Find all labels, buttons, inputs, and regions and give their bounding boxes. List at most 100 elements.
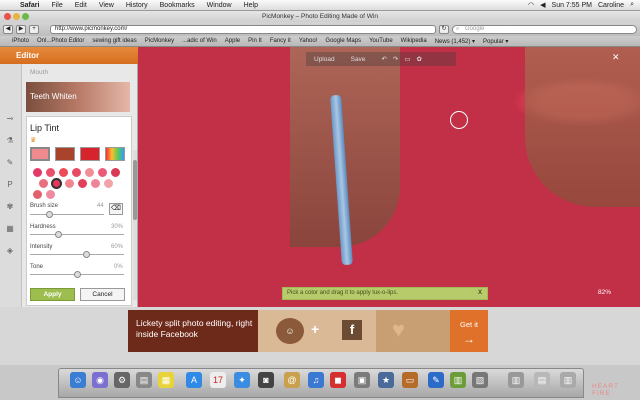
cancel-button[interactable]: Cancel: [80, 288, 125, 301]
color-swatch-rainbow[interactable]: [105, 147, 125, 161]
bookmark-item[interactable]: YouTube: [369, 38, 393, 44]
touch-up-icon[interactable]: ✎: [3, 158, 17, 168]
numbers-icon[interactable]: ▥: [450, 372, 466, 388]
panel-scrollbar-thumb[interactable]: [133, 160, 137, 220]
brush-size-slider[interactable]: [30, 214, 104, 215]
compare-icon[interactable]: ▭: [404, 55, 410, 63]
volume-icon[interactable]: ◀: [540, 1, 545, 9]
basic-edits-icon[interactable]: ⊸: [3, 114, 17, 124]
stickies-icon[interactable]: ▦: [158, 372, 174, 388]
menubar-clock[interactable]: Sun 7:55 PM: [552, 2, 592, 9]
overlays-icon[interactable]: P: [3, 180, 17, 190]
lip-color-dot[interactable]: [64, 178, 75, 189]
app-store-icon[interactable]: A: [186, 372, 202, 388]
bookmark-item[interactable]: Yahoo!: [299, 38, 318, 44]
bookmark-item[interactable]: ...adic of Win: [182, 38, 217, 44]
trash-icon[interactable]: ▥: [560, 372, 576, 388]
text-icon[interactable]: ▦: [3, 224, 17, 234]
system-prefs-icon[interactable]: ⚙: [114, 372, 130, 388]
zoom-level[interactable]: 82%: [598, 289, 611, 296]
lip-color-dot[interactable]: [110, 167, 121, 178]
imovie-icon[interactable]: ★: [378, 372, 394, 388]
bookmark-item[interactable]: Apple: [225, 38, 240, 44]
image-capture-icon[interactable]: ▧: [472, 372, 488, 388]
lip-color-dot[interactable]: [58, 167, 69, 178]
frames-icon[interactable]: ✾: [3, 202, 17, 212]
texture-icon[interactable]: ◈: [3, 246, 17, 256]
color-swatch[interactable]: [30, 147, 50, 161]
lip-color-dot[interactable]: [71, 167, 82, 178]
menu-file[interactable]: File: [45, 2, 68, 9]
lip-color-dot[interactable]: [51, 178, 62, 189]
bookmark-item[interactable]: Popular ▾: [483, 38, 508, 45]
save-button[interactable]: Save: [351, 56, 366, 63]
lip-color-dot[interactable]: [90, 178, 101, 189]
tone-knob[interactable]: [74, 271, 81, 278]
itunes-icon[interactable]: ♫: [308, 372, 324, 388]
menu-app-safari[interactable]: Safari: [14, 2, 45, 9]
lip-color-dot[interactable]: [45, 189, 56, 200]
bookmark-item[interactable]: sewing gift ideas: [92, 38, 136, 44]
add-bookmark-button[interactable]: +: [29, 24, 39, 34]
effects-icon[interactable]: ⚗: [3, 136, 17, 146]
lip-color-dot[interactable]: [103, 178, 114, 189]
intensity-slider[interactable]: [30, 254, 124, 255]
menu-window[interactable]: Window: [201, 2, 238, 9]
dashboard-icon[interactable]: ◉: [92, 372, 108, 388]
documents-icon[interactable]: ▤: [534, 372, 550, 388]
hardness-slider[interactable]: [30, 234, 124, 235]
lip-color-dot[interactable]: [97, 167, 108, 178]
menu-edit[interactable]: Edit: [69, 2, 93, 9]
lip-color-dot[interactable]: [45, 167, 56, 178]
lip-color-dot[interactable]: [38, 178, 49, 189]
menubar-user[interactable]: Caroline: [598, 2, 624, 9]
brush-size-knob[interactable]: [45, 211, 53, 218]
iphoto-icon[interactable]: ▣: [354, 372, 370, 388]
reload-button[interactable]: ↻: [439, 24, 449, 34]
undo-icon[interactable]: ↶: [381, 55, 386, 63]
redo-icon[interactable]: ↷: [393, 55, 398, 63]
spotlight-icon[interactable]: ⌕: [630, 1, 634, 9]
upload-button[interactable]: Upload: [314, 56, 335, 63]
forward-button[interactable]: ▶: [16, 24, 26, 34]
color-swatch[interactable]: [55, 147, 75, 161]
wifi-icon[interactable]: ◠: [528, 1, 534, 9]
safari-icon[interactable]: ✦: [234, 372, 250, 388]
bookmark-item[interactable]: Onl...Photo Editor: [37, 38, 84, 44]
minimize-window-icon[interactable]: [13, 13, 20, 20]
get-it-button[interactable]: Get it →: [450, 310, 488, 352]
lip-color-dot[interactable]: [32, 167, 43, 178]
close-window-icon[interactable]: [4, 13, 11, 20]
menu-bookmarks[interactable]: Bookmarks: [154, 2, 201, 9]
eraser-icon[interactable]: ⌫: [109, 203, 123, 215]
lip-color-dot[interactable]: [77, 178, 88, 189]
zoom-window-icon[interactable]: [22, 13, 29, 20]
apply-button[interactable]: Apply: [30, 288, 75, 301]
downloads-icon[interactable]: ▥: [508, 372, 524, 388]
photo-booth-icon[interactable]: ◼: [330, 372, 346, 388]
calendar-icon[interactable]: 17: [210, 372, 226, 388]
lip-color-dot[interactable]: [32, 189, 43, 200]
teeth-whiten-item[interactable]: Teeth Whiten: [26, 82, 130, 112]
bookmark-item[interactable]: iPhoto: [12, 38, 29, 44]
back-button[interactable]: ◀: [3, 24, 13, 34]
contacts-icon[interactable]: @: [284, 372, 300, 388]
menu-view[interactable]: View: [93, 2, 120, 9]
bookmark-item[interactable]: Fancy it: [270, 38, 291, 44]
preview-icon[interactable]: ✎: [428, 372, 444, 388]
bookmark-item[interactable]: News (1,452) ▾: [435, 38, 475, 45]
menu-help[interactable]: Help: [238, 2, 264, 9]
settings-icon[interactable]: ✿: [417, 55, 422, 63]
lip-color-dot[interactable]: [84, 167, 95, 178]
bookmark-item[interactable]: PicMonkey: [145, 38, 174, 44]
bookmark-item[interactable]: Google Maps: [325, 38, 361, 44]
hint-close-button[interactable]: X: [478, 288, 482, 299]
facetime-icon[interactable]: ◙: [258, 372, 274, 388]
bookmark-item[interactable]: Wikipedia: [401, 38, 427, 44]
slideshow-icon[interactable]: ▭: [402, 372, 418, 388]
color-swatch[interactable]: [80, 147, 100, 161]
menu-history[interactable]: History: [120, 2, 154, 9]
search-input[interactable]: ⌕ Google: [452, 24, 637, 34]
address-bar[interactable]: http://www.picmonkey.com/: [50, 24, 436, 34]
bookmark-item[interactable]: Pin It: [248, 38, 262, 44]
